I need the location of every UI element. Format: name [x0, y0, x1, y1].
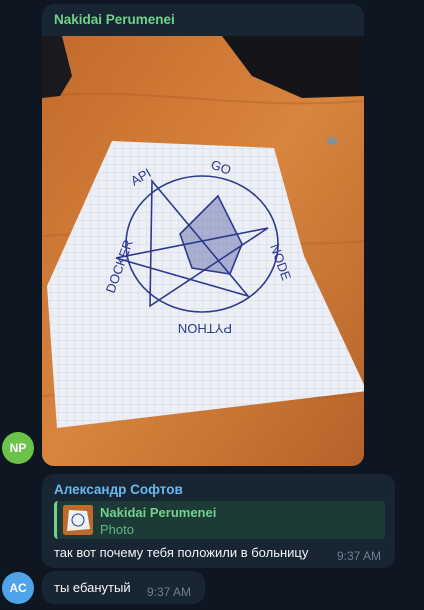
- message-sender-name[interactable]: Nakidai Perumenei: [54, 12, 175, 27]
- message-photo[interactable]: API GO NODE PYTHON DOCKER: [42, 36, 364, 466]
- reply-sender: Nakidai Perumenei: [100, 505, 217, 520]
- photo-image: API GO NODE PYTHON DOCKER: [42, 36, 364, 466]
- reply-thumbnail: [63, 505, 93, 535]
- message-time: 9:37 AM: [147, 585, 192, 599]
- reply-message-bubble: Александр Софтов Nakidai Perumenei Photo…: [42, 474, 395, 568]
- drawing-label-python: PYTHON: [178, 321, 232, 336]
- avatar-np[interactable]: NP: [2, 432, 34, 464]
- message-sender-name[interactable]: Александр Софтов: [54, 482, 183, 497]
- message-text: ты ебанутый: [54, 580, 131, 595]
- avatar-ac[interactable]: AC: [2, 572, 34, 604]
- photo-message-bubble: Nakidai Perumenei API GO NODE PYTHON DOC…: [42, 4, 364, 466]
- message-time: 9:37 AM: [337, 549, 382, 563]
- reply-label: Photo: [100, 522, 134, 537]
- message-text: так вот почему тебя положили в больницу: [54, 545, 309, 560]
- text-message-bubble: ты ебанутый 9:37 AM: [42, 571, 205, 604]
- reply-preview[interactable]: Nakidai Perumenei Photo: [54, 501, 385, 539]
